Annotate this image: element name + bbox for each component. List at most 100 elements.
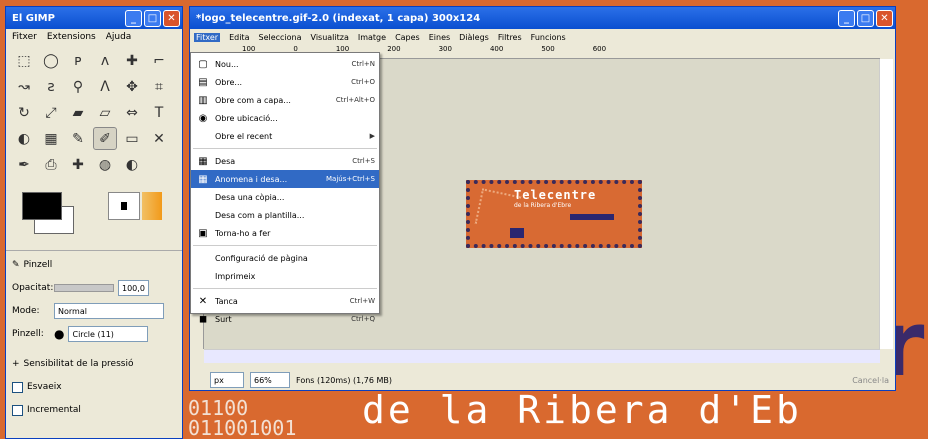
status-bar: px 66% Fons (120ms) (1,76 MB) Cancel·la [190, 369, 895, 391]
menu-item[interactable]: Desa com a plantilla... [191, 206, 379, 224]
zoom-icon[interactable]: ⚲ [66, 75, 90, 98]
save-as-icon: ▦ [198, 173, 208, 185]
new-icon: ▢ [198, 58, 208, 70]
menu-filtres[interactable]: Filtres [498, 33, 522, 42]
menu-item-label: Tanca [215, 296, 238, 306]
expand-icon[interactable]: + [12, 359, 20, 369]
pencil-icon[interactable]: ✎ [66, 127, 90, 150]
fade-checkbox[interactable] [12, 381, 23, 393]
menu-extensions[interactable]: Extensions [47, 32, 96, 42]
menu-edita[interactable]: Edita [229, 33, 249, 42]
bucket-fill-icon[interactable]: ◐ [12, 127, 36, 150]
scale-icon[interactable]: ⤢ [39, 101, 63, 124]
ellipse-select-icon[interactable]: ◯ [39, 49, 63, 72]
toolbox-titlebar[interactable]: El GIMP _ □ ✕ [6, 7, 182, 29]
menu-funcions[interactable]: Funcions [531, 33, 566, 42]
paths-icon[interactable]: ↝ [12, 75, 36, 98]
opacity-field[interactable]: 100,0 [118, 280, 149, 296]
cancel-button[interactable]: Cancel·la [852, 376, 889, 385]
menu-item[interactable]: Obre el recent ▶ [191, 127, 379, 145]
measure-icon[interactable]: Ʌ [93, 75, 117, 98]
menu-item[interactable]: ▢ Nou... Ctrl+N [191, 55, 379, 73]
foreground-color-swatch[interactable] [22, 192, 62, 220]
unit-select[interactable]: px [210, 372, 244, 388]
crop-icon[interactable]: ⌗ [147, 75, 171, 98]
menu-item[interactable]: ◉ Obre ubicació... [191, 109, 379, 127]
menu-imatge[interactable]: Imatge [358, 33, 386, 42]
move-icon[interactable]: ✥ [120, 75, 144, 98]
airbrush-icon[interactable]: ✕ [147, 127, 171, 150]
menu-item[interactable]: ✕ Tanca Ctrl+W [191, 292, 379, 310]
opacity-slider[interactable] [54, 284, 114, 292]
color-select-icon[interactable]: ✚ [120, 49, 144, 72]
ink-icon[interactable]: ✒ [12, 153, 36, 176]
perspective-icon[interactable]: ▱ [93, 101, 117, 124]
menu-item-label: Configuració de pàgina [215, 253, 308, 263]
smudge-icon[interactable]: ◍ [93, 153, 117, 176]
brush-field[interactable]: Circle (11) [68, 326, 149, 342]
menu-ajuda[interactable]: Ajuda [106, 32, 132, 42]
binary-line: 011001001 [188, 416, 297, 439]
ruler-mark: 300 [438, 45, 452, 53]
menu-selecciona[interactable]: Selecciona [258, 33, 301, 42]
zoom-select[interactable]: 66% [250, 372, 290, 388]
flip-icon[interactable]: ⇔ [120, 101, 144, 124]
heal-icon[interactable]: ✚ [66, 153, 90, 176]
image-titlebar[interactable]: *logo_telecentre.gif-2.0 (indexat, 1 cap… [190, 7, 895, 29]
menu-item[interactable]: Imprimeix [191, 267, 379, 285]
menu-fitxer[interactable]: Fitxer [12, 32, 37, 42]
menu-fitxer[interactable]: Fitxer [194, 32, 221, 42]
brush-label: Pinzell: [12, 329, 44, 339]
menu-item[interactable]: ▥ Obre com a capa... Ctrl+Alt+O [191, 91, 379, 109]
horizontal-scrollbar[interactable] [204, 349, 880, 363]
close-button[interactable]: ✕ [163, 9, 180, 27]
maximize-button[interactable]: □ [144, 9, 161, 27]
text-icon[interactable]: T [147, 101, 171, 124]
blend-icon[interactable]: ▦ [39, 127, 63, 150]
logo-square [510, 228, 524, 238]
logo-image: Telecentre de la Ribera d'Ebre [466, 180, 642, 248]
menu-capes[interactable]: Capes [395, 33, 420, 42]
paintbrush-icon[interactable]: ✐ [93, 127, 117, 150]
menu-item-label: Anomena i desa... [215, 174, 288, 184]
shear-icon[interactable]: ▰ [66, 101, 90, 124]
brush-preview[interactable] [108, 192, 140, 220]
wallpaper-binary: 01100 011001001 [188, 398, 296, 438]
maximize-button[interactable]: □ [857, 9, 874, 27]
menu-item[interactable]: ▤ Obre... Ctrl+O [191, 73, 379, 91]
menu-item[interactable]: Desa una còpia... [191, 188, 379, 206]
rotate-icon[interactable]: ↻ [12, 101, 36, 124]
menu-item[interactable]: Configuració de pàgina [191, 249, 379, 267]
menu-item-label: Torna-ho a fer [215, 228, 271, 238]
dodge-icon[interactable]: ◐ [120, 153, 144, 176]
minimize-button[interactable]: _ [838, 9, 855, 27]
menu-item-label: Desa una còpia... [215, 192, 285, 202]
incremental-checkbox[interactable] [12, 404, 23, 416]
ruler-mark: 500 [541, 45, 555, 53]
binary-line: 01100 [188, 396, 249, 420]
close-button[interactable]: ✕ [876, 9, 893, 27]
menu-dialegs[interactable]: Diàlegs [459, 33, 489, 42]
gradient-preview[interactable] [142, 192, 162, 220]
logo-bar [570, 214, 614, 220]
menu-item[interactable]: ▦ Desa Ctrl+S [191, 152, 379, 170]
eraser-icon[interactable]: ▭ [120, 127, 144, 150]
brush-icon[interactable]: ● [54, 327, 64, 341]
save-icon: ▦ [198, 155, 208, 167]
menu-item[interactable]: ▣ Torna-ho a fer [191, 224, 379, 242]
menu-visualitza[interactable]: Visualitza [311, 33, 349, 42]
rect-select-icon[interactable]: ⬚ [12, 49, 36, 72]
close-icon: ✕ [198, 295, 208, 307]
clone-icon[interactable]: ⎙ [39, 153, 63, 176]
menu-item[interactable]: ◼ Surt Ctrl+Q [191, 310, 379, 328]
lasso-icon[interactable]: ᴘ [66, 49, 90, 72]
vertical-scrollbar[interactable] [879, 59, 893, 349]
menu-eines[interactable]: Eines [429, 33, 450, 42]
minimize-button[interactable]: _ [125, 9, 142, 27]
scissors-icon[interactable]: ⌐ [147, 49, 171, 72]
color-picker-icon[interactable]: ƨ [39, 75, 63, 98]
fuzzy-select-icon[interactable]: ʌ [93, 49, 117, 72]
pressure-sensitivity[interactable]: Sensibilitat de la pressió [24, 359, 134, 369]
menu-item[interactable]: ▦ Anomena i desa... Majús+Ctrl+S [191, 170, 379, 188]
mode-select[interactable]: Normal [54, 303, 164, 319]
